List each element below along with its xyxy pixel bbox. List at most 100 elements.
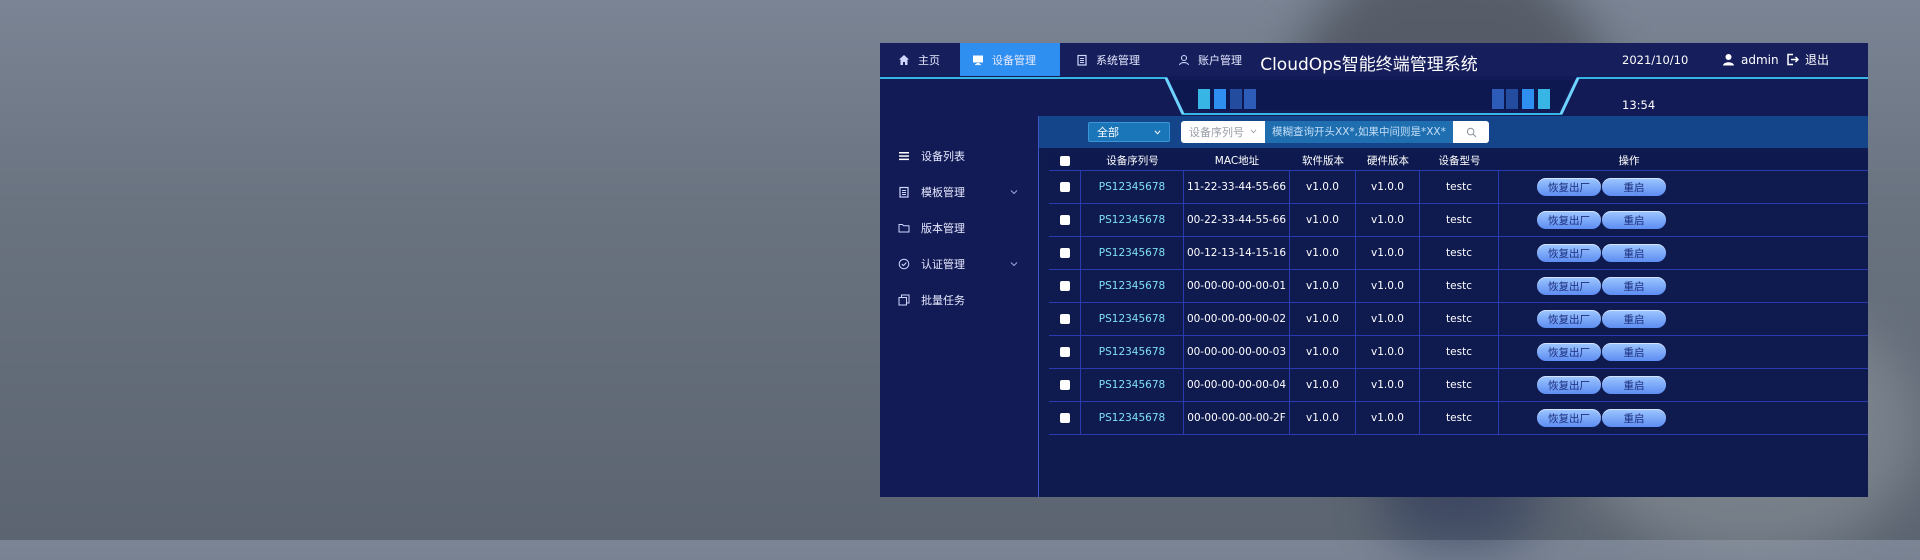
- page-title: CloudOps智能终端管理系统: [1260, 54, 1478, 75]
- serial-cell[interactable]: PS12345678: [1081, 303, 1184, 335]
- chevron-down-icon: [1250, 129, 1257, 134]
- software-version-cell: v1.0.0: [1290, 336, 1356, 368]
- mac-cell: 00-00-00-00-00-2F: [1184, 402, 1290, 434]
- mac-cell: 11-22-33-44-55-66: [1184, 171, 1290, 203]
- software-version-cell: v1.0.0: [1290, 270, 1356, 302]
- serial-cell[interactable]: PS12345678: [1081, 336, 1184, 368]
- model-cell: testc: [1420, 402, 1499, 434]
- search-icon: [1466, 127, 1476, 137]
- hardware-version-cell: v1.0.0: [1356, 270, 1420, 302]
- mac-cell: 00-00-00-00-00-02: [1184, 303, 1290, 335]
- reboot-button[interactable]: 重启: [1602, 178, 1666, 196]
- reboot-button[interactable]: 重启: [1602, 409, 1666, 427]
- row-checkbox[interactable]: [1059, 347, 1070, 357]
- factory-reset-button[interactable]: 恢复出厂: [1537, 343, 1601, 361]
- logout-button[interactable]: 退出: [1786, 43, 1829, 76]
- serial-cell[interactable]: PS12345678: [1081, 402, 1184, 434]
- nav-item-home[interactable]: 主页: [886, 43, 954, 76]
- banner-deco-block: [1198, 89, 1210, 109]
- row-checkbox[interactable]: [1059, 281, 1070, 291]
- filter-toolbar: 全部 设备序列号: [1039, 116, 1868, 148]
- table-header-row: 设备序列号 MAC地址 软件版本 硬件版本 设备型号 操作: [1049, 151, 1868, 171]
- factory-reset-button[interactable]: 恢复出厂: [1537, 277, 1601, 295]
- row-select-cell: [1049, 171, 1081, 203]
- reboot-button[interactable]: 重启: [1602, 211, 1666, 229]
- user-menu[interactable]: admin: [1722, 43, 1779, 76]
- factory-reset-button[interactable]: 恢复出厂: [1537, 178, 1601, 196]
- reboot-button[interactable]: 重启: [1602, 310, 1666, 328]
- search-field-select[interactable]: 设备序列号: [1181, 121, 1265, 143]
- actions-cell: 恢复出厂 重启: [1499, 270, 1759, 302]
- factory-reset-button[interactable]: 恢复出厂: [1537, 376, 1601, 394]
- sidebar: 设备列表 模板管理 版本管理 认证管理 批量任务: [880, 116, 1038, 497]
- row-select-cell: [1049, 402, 1081, 434]
- serial-cell[interactable]: PS12345678: [1081, 270, 1184, 302]
- table-row: PS12345678 00-12-13-14-15-16 v1.0.0 v1.0.0 t…: [1049, 237, 1868, 270]
- row-select-cell: [1049, 336, 1081, 368]
- search-button[interactable]: [1453, 121, 1489, 143]
- row-select-cell: [1049, 303, 1081, 335]
- banner-deco-block: [1506, 89, 1518, 109]
- app-window: 主页 设备管理 系统管理 账户管理 2021/10/10 admin 退出 Cl…: [880, 43, 1868, 497]
- serial-cell[interactable]: PS12345678: [1081, 369, 1184, 401]
- reboot-button[interactable]: 重启: [1602, 376, 1666, 394]
- row-checkbox[interactable]: [1059, 380, 1070, 390]
- monitor-icon: [973, 55, 983, 65]
- actions-cell: 恢复出厂 重启: [1499, 204, 1759, 236]
- list-icon: [899, 152, 909, 161]
- sidebar-item-auth-management[interactable]: 认证管理: [880, 246, 1038, 282]
- row-checkbox[interactable]: [1059, 182, 1070, 192]
- row-checkbox[interactable]: [1059, 248, 1070, 258]
- user-icon: [1178, 54, 1190, 65]
- sidebar-item-version-management[interactable]: 版本管理: [880, 210, 1038, 246]
- column-header: 设备型号: [1438, 155, 1481, 167]
- hardware-version-cell: v1.0.0: [1356, 402, 1420, 434]
- sidebar-item-label: 版本管理: [921, 222, 965, 235]
- sidebar-item-device-list[interactable]: 设备列表: [880, 138, 1038, 174]
- user-avatar-icon: [1723, 54, 1734, 66]
- table-row: PS12345678 00-00-00-00-00-04 v1.0.0 v1.0.0 t…: [1049, 369, 1868, 402]
- title-banner-frame: [880, 77, 1868, 115]
- sidebar-item-label: 设备列表: [921, 150, 965, 163]
- row-checkbox[interactable]: [1059, 215, 1070, 225]
- factory-reset-button[interactable]: 恢复出厂: [1537, 244, 1601, 262]
- column-header: 软件版本: [1302, 155, 1344, 167]
- main-content: 全部 设备序列号 设备序列号 MAC地址 软件版本 硬件版本 设备型号 操作: [1038, 116, 1868, 497]
- serial-cell[interactable]: PS12345678: [1081, 237, 1184, 269]
- row-checkbox[interactable]: [1059, 314, 1070, 324]
- status-filter-select[interactable]: 全部: [1088, 122, 1170, 142]
- logout-label: 退出: [1805, 53, 1830, 67]
- nav-label: 主页: [918, 53, 940, 67]
- model-cell: testc: [1420, 369, 1499, 401]
- nav-item-system-management[interactable]: 系统管理: [1064, 43, 1164, 76]
- sidebar-item-batch-tasks[interactable]: 批量任务: [880, 282, 1038, 318]
- factory-reset-button[interactable]: 恢复出厂: [1537, 310, 1601, 328]
- search-input[interactable]: [1265, 121, 1453, 143]
- software-version-cell: v1.0.0: [1290, 204, 1356, 236]
- serial-cell[interactable]: PS12345678: [1081, 171, 1184, 203]
- copy-icon: [898, 294, 910, 306]
- factory-reset-button[interactable]: 恢复出厂: [1537, 409, 1601, 427]
- actions-cell: 恢复出厂 重启: [1499, 237, 1759, 269]
- sidebar-item-template-management[interactable]: 模板管理: [880, 174, 1038, 210]
- model-cell: testc: [1420, 336, 1499, 368]
- nav-item-device-management[interactable]: 设备管理: [960, 43, 1060, 76]
- table-row: PS12345678 00-00-00-00-00-01 v1.0.0 v1.0.0 t…: [1049, 270, 1868, 303]
- select-all-checkbox[interactable]: [1060, 155, 1070, 166]
- actions-cell: 恢复出厂 重启: [1499, 402, 1759, 434]
- banner-deco-block: [1230, 89, 1242, 109]
- hardware-version-cell: v1.0.0: [1356, 336, 1420, 368]
- factory-reset-button[interactable]: 恢复出厂: [1537, 211, 1601, 229]
- hardware-version-cell: v1.0.0: [1356, 303, 1420, 335]
- reboot-button[interactable]: 重启: [1602, 244, 1666, 262]
- column-header: 操作: [1618, 155, 1640, 167]
- serial-cell[interactable]: PS12345678: [1081, 204, 1184, 236]
- reboot-button[interactable]: 重启: [1602, 277, 1666, 295]
- actions-cell: 恢复出厂 重启: [1499, 171, 1759, 203]
- reboot-button[interactable]: 重启: [1602, 343, 1666, 361]
- column-header: 设备序列号: [1106, 155, 1159, 167]
- software-version-cell: v1.0.0: [1290, 303, 1356, 335]
- row-checkbox[interactable]: [1059, 413, 1070, 423]
- mac-cell: 00-22-33-44-55-66: [1184, 204, 1290, 236]
- hardware-version-cell: v1.0.0: [1356, 171, 1420, 203]
